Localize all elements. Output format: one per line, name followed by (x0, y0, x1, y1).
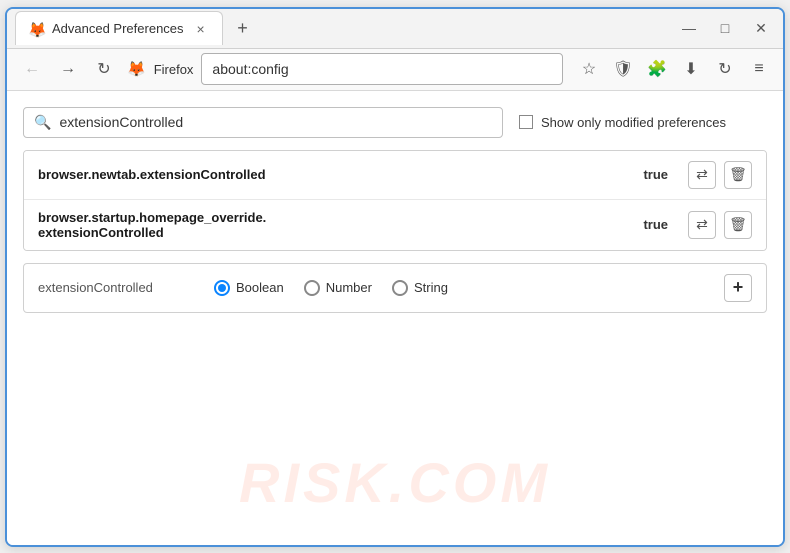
show-modified-checkbox[interactable] (519, 115, 533, 129)
profile-icon[interactable]: ⬇ (677, 55, 705, 83)
swap-button-1[interactable]: ⇄ (688, 161, 716, 189)
forward-button[interactable]: → (53, 54, 83, 84)
string-radio[interactable] (392, 280, 408, 296)
pref-name-1: browser.newtab.extensionControlled (38, 167, 631, 182)
boolean-label: Boolean (236, 280, 284, 295)
new-tab-button[interactable]: + (229, 14, 257, 42)
nav-bar: ← → ↻ 🦊 Firefox about:config ☆ 🛡 🧩 ⬇ ↻ ≡ (7, 49, 783, 91)
string-label: String (414, 280, 448, 295)
search-row: 🔍 Show only modified preferences (23, 107, 767, 138)
tab-close-button[interactable]: × (192, 20, 210, 38)
add-pref-button[interactable]: + (724, 274, 752, 302)
results-table: browser.newtab.extensionControlled true … (23, 150, 767, 251)
row-actions-2: ⇄ 🗑 (688, 211, 752, 239)
content-area: RISK.COM 🔍 Show only modified preference… (7, 91, 783, 545)
table-row: browser.startup.homepage_override.extens… (24, 200, 766, 250)
extension-icon[interactable]: 🧩 (643, 55, 671, 83)
nav-icons: ☆ 🛡 🧩 ⬇ ↻ ≡ (575, 55, 773, 83)
search-icon: 🔍 (34, 114, 51, 131)
firefox-icon: 🦊 (127, 60, 146, 78)
bookmark-icon[interactable]: ☆ (575, 55, 603, 83)
number-radio[interactable] (304, 280, 320, 296)
pref-value-1: true (643, 167, 668, 182)
row-actions-1: ⇄ 🗑 (688, 161, 752, 189)
boolean-option[interactable]: Boolean (214, 280, 284, 296)
tab-favicon: 🦊 (28, 21, 44, 37)
pref-name-2: browser.startup.homepage_override.extens… (38, 210, 631, 240)
firefox-label: Firefox (154, 62, 194, 77)
show-modified-row: Show only modified preferences (519, 115, 726, 130)
menu-icon[interactable]: ≡ (745, 55, 773, 83)
title-bar: 🦊 Advanced Preferences × + — □ ✕ (7, 9, 783, 49)
address-bar[interactable]: about:config (201, 53, 563, 85)
sync-icon[interactable]: ↻ (711, 55, 739, 83)
add-pref-name: extensionControlled (38, 280, 198, 295)
maximize-button[interactable]: □ (711, 14, 739, 42)
string-option[interactable]: String (392, 280, 448, 296)
show-modified-label: Show only modified preferences (541, 115, 726, 130)
minimize-button[interactable]: — (675, 14, 703, 42)
close-button[interactable]: ✕ (747, 14, 775, 42)
boolean-radio[interactable] (214, 280, 230, 296)
shield-icon[interactable]: 🛡 (609, 55, 637, 83)
refresh-button[interactable]: ↻ (89, 54, 119, 84)
browser-tab[interactable]: 🦊 Advanced Preferences × (15, 11, 223, 45)
tab-title: Advanced Preferences (52, 21, 184, 36)
number-label: Number (326, 280, 372, 295)
browser-window: 🦊 Advanced Preferences × + — □ ✕ ← → ↻ 🦊… (5, 7, 785, 547)
search-box: 🔍 (23, 107, 503, 138)
address-text: about:config (212, 61, 288, 77)
number-option[interactable]: Number (304, 280, 372, 296)
pref-value-2: true (643, 217, 668, 232)
swap-button-2[interactable]: ⇄ (688, 211, 716, 239)
type-radio-group: Boolean Number String (214, 280, 708, 296)
window-controls: — □ ✕ (675, 14, 775, 42)
table-row: browser.newtab.extensionControlled true … (24, 151, 766, 200)
delete-button-2[interactable]: 🗑 (724, 211, 752, 239)
delete-button-1[interactable]: 🗑 (724, 161, 752, 189)
watermark: RISK.COM (239, 450, 551, 515)
back-button[interactable]: ← (17, 54, 47, 84)
add-pref-row: extensionControlled Boolean Number Strin… (23, 263, 767, 313)
search-input[interactable] (59, 114, 492, 130)
